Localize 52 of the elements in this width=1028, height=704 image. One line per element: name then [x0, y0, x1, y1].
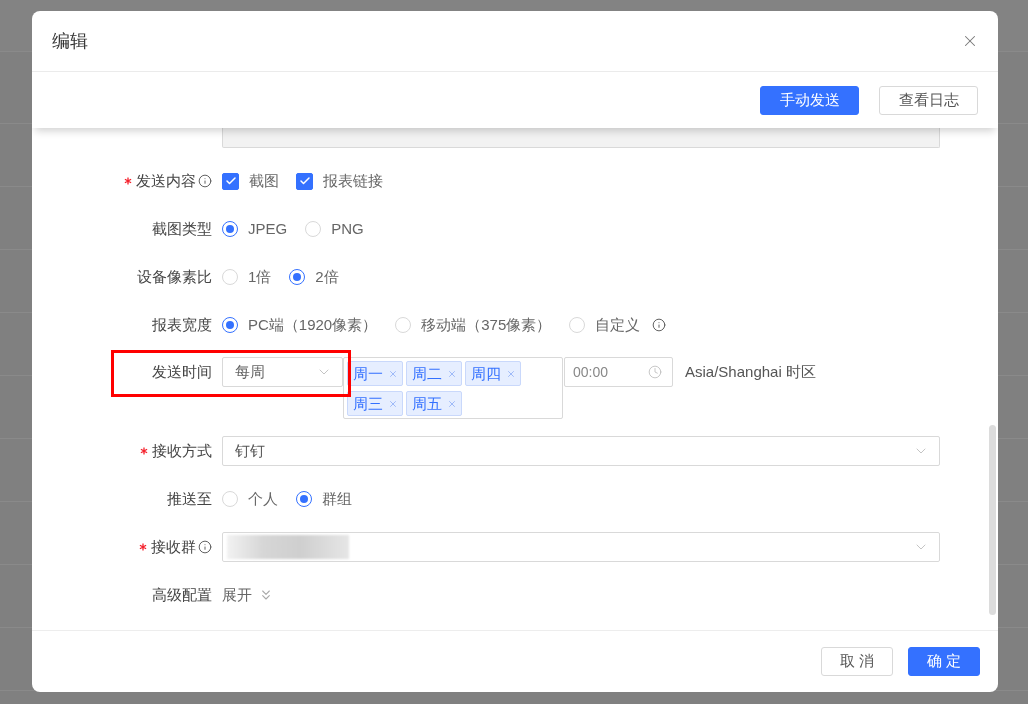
field-label: 发送时间: [152, 361, 212, 382]
timezone-text: Asia/Shanghai 时区: [685, 361, 816, 382]
confirm-button[interactable]: 确 定: [908, 647, 980, 676]
check-icon: [224, 175, 237, 187]
radio-button[interactable]: [289, 269, 306, 285]
view-log-button[interactable]: 查看日志: [879, 85, 978, 115]
radio-label[interactable]: 2倍: [315, 265, 339, 289]
checkbox-label[interactable]: 截图: [249, 169, 279, 193]
field-label: 接收方式: [152, 440, 212, 461]
checkbox-label[interactable]: 报表链接: [323, 169, 383, 193]
radio-button[interactable]: [222, 221, 238, 237]
check-icon: [298, 175, 311, 187]
time-input[interactable]: 00:00: [564, 357, 673, 387]
radio-button[interactable]: [222, 317, 238, 333]
tag-label: 周四: [471, 366, 501, 381]
field-label: 设备像素比: [137, 266, 212, 287]
radio-label[interactable]: 1倍: [248, 265, 272, 289]
scrollbar-thumb[interactable]: [989, 425, 996, 615]
field-label: 接收群: [151, 536, 196, 557]
field-label: 推送至: [167, 488, 212, 509]
checkbox[interactable]: [296, 172, 313, 190]
frequency-select[interactable]: 每周: [222, 357, 343, 387]
radio-label[interactable]: PC端（1920像素）: [248, 313, 378, 337]
radio-label[interactable]: 移动端（375像素）: [421, 313, 552, 337]
field-label: 高级配置: [152, 584, 212, 605]
dropdown-select[interactable]: 钉钉: [222, 436, 940, 466]
radio-button[interactable]: [296, 491, 312, 507]
field-label: 发送内容: [136, 170, 196, 191]
weekday-select[interactable]: 周一 周二 周四 周三 周五: [343, 357, 563, 419]
close-icon[interactable]: [447, 398, 457, 409]
tag-label: 周二: [412, 366, 442, 381]
radio-label[interactable]: JPEG: [248, 217, 288, 241]
clock-icon: [648, 365, 662, 379]
field-label: 报表宽度: [152, 314, 212, 335]
close-icon[interactable]: [388, 398, 398, 409]
tag-label: 周一: [353, 366, 383, 381]
dialog-title: 编辑: [52, 29, 88, 53]
dropdown-select[interactable]: [222, 532, 940, 562]
close-icon[interactable]: [388, 368, 398, 379]
radio-label[interactable]: PNG: [331, 217, 364, 241]
expand-toggle[interactable]: 展开: [222, 583, 274, 607]
radio-label[interactable]: 自定义: [595, 313, 641, 337]
close-icon[interactable]: [447, 368, 457, 379]
radio-label[interactable]: 群组: [322, 487, 352, 511]
manual-send-button[interactable]: 手动发送: [760, 85, 859, 115]
radio-label[interactable]: 个人: [248, 487, 278, 511]
close-icon[interactable]: [506, 368, 516, 379]
field-label: 截图类型: [152, 218, 212, 239]
checkbox[interactable]: [222, 172, 239, 190]
tag-label: 周五: [412, 396, 442, 411]
cancel-button[interactable]: 取 消: [821, 647, 893, 676]
tag-label: 周三: [353, 396, 383, 411]
